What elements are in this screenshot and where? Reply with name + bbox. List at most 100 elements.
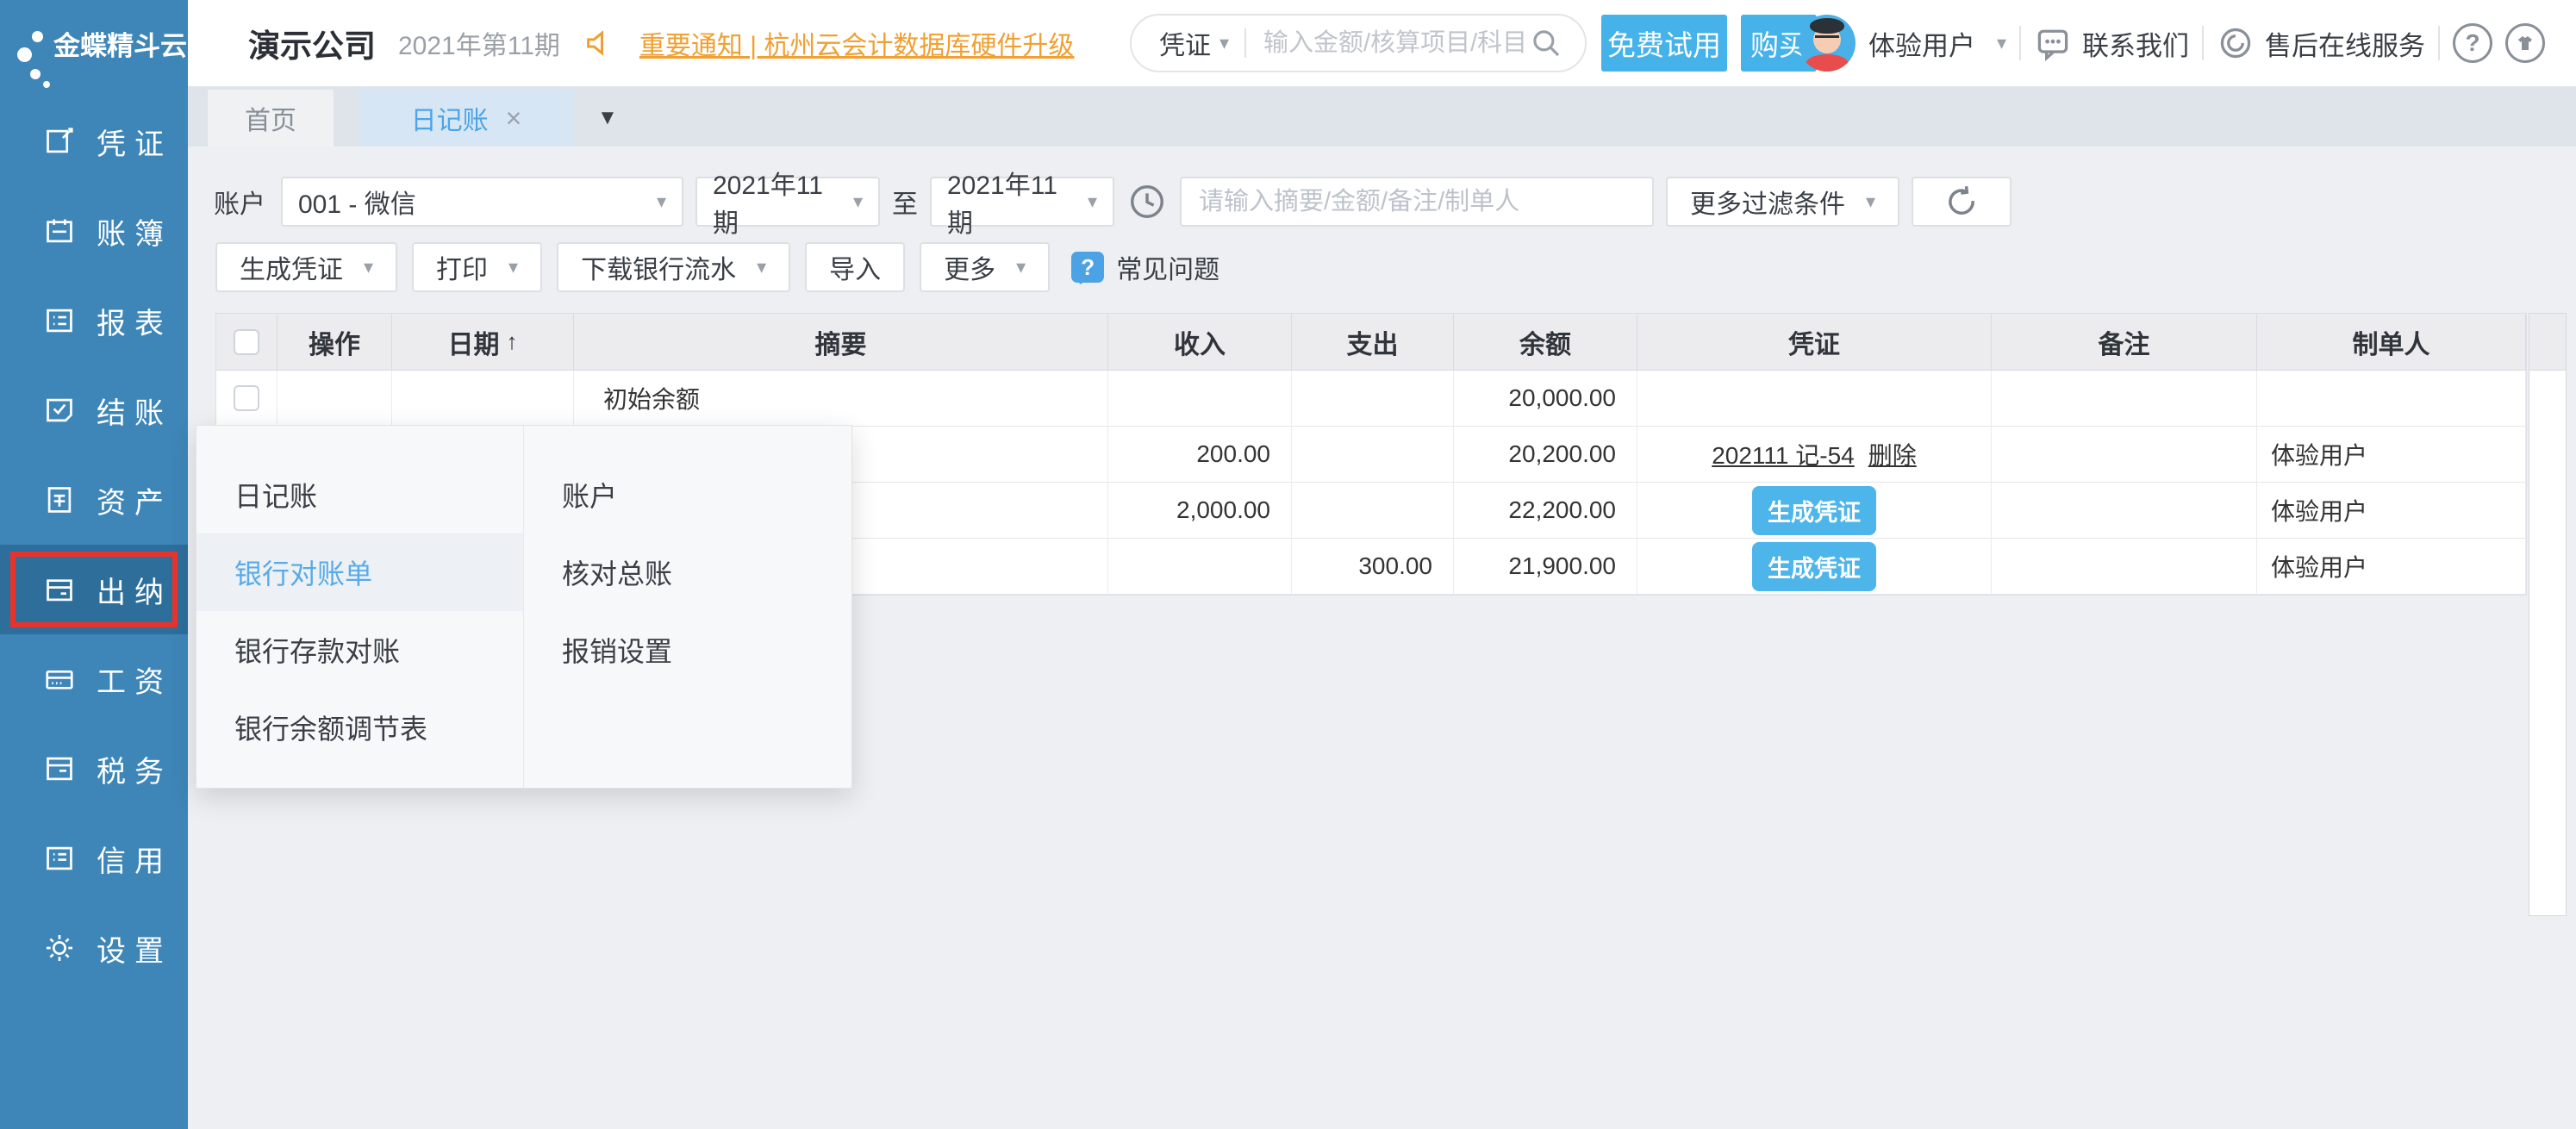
col-header-balance: 余额 (1454, 314, 1637, 371)
table-filter-input[interactable] (1180, 177, 1654, 227)
sidebar-item-label: 税务 (97, 748, 172, 790)
menu-item-check-ledger[interactable]: 核对总账 (524, 533, 851, 611)
accounting-period: 2021年第11期 (398, 24, 560, 62)
close-icon[interactable]: × (506, 103, 522, 134)
refresh-button[interactable] (1912, 177, 2012, 227)
top-header: 演示公司 2021年第11期 重要通知 | 杭州云会计数据库硬件升级 凭证 ▾ … (188, 0, 2576, 86)
tab-home[interactable]: 首页 (208, 90, 334, 147)
divider (1244, 28, 1246, 58)
table-scrollbar-track[interactable] (2529, 313, 2567, 916)
notice-link[interactable]: 重要通知 | 杭州云会计数据库硬件升级 (639, 24, 1074, 62)
creator-cell (2257, 371, 2526, 427)
cashier-flyout-menu: 日记账 银行对账单 银行存款对账 银行余额调节表 账户 核对总账 报销设置 (196, 425, 852, 789)
menu-item-bank-reconciliation[interactable]: 银行存款对账 (196, 611, 523, 689)
report-icon (43, 304, 76, 337)
remark-cell (1992, 427, 2257, 483)
generate-voucher-chip[interactable]: 生成凭证 (1752, 486, 1876, 535)
tab-journal[interactable]: 日记账 × (359, 90, 573, 147)
free-trial-button[interactable]: 免费试用 (1601, 15, 1727, 72)
more-filters-button[interactable]: 更多过滤条件 ▾ (1666, 177, 1899, 227)
generate-voucher-button[interactable]: 生成凭证 ▾ (215, 242, 397, 292)
divider (2019, 26, 2021, 60)
faq-label: 常见问题 (1116, 248, 1219, 286)
sidebar-item-assets[interactable]: 资产 (0, 455, 188, 545)
cashier-icon (43, 573, 76, 606)
import-button[interactable]: 导入 (805, 242, 905, 292)
row-checkbox[interactable] (234, 385, 259, 411)
action-bar: 生成凭证 ▾ 打印 ▾ 下载银行流水 ▾ 导入 更多 ▾ ? 常见问题 (215, 242, 1219, 292)
global-search-input[interactable] (1262, 28, 1528, 59)
more-button[interactable]: 更多 ▾ (920, 242, 1050, 292)
user-menu[interactable]: 体验用户 (1868, 24, 1975, 63)
tab-list-caret-icon[interactable]: ▼ (597, 106, 618, 130)
contact-us-link[interactable]: 联系我们 (2034, 24, 2189, 63)
chevron-down-icon: ▾ (757, 256, 766, 278)
operation-cell (278, 371, 392, 427)
print-label: 打印 (436, 248, 488, 286)
account-select[interactable]: 001 - 微信 ▾ (281, 177, 683, 227)
remark-cell (1992, 483, 2257, 539)
select-all-header (216, 314, 278, 371)
generate-voucher-chip[interactable]: 生成凭证 (1752, 542, 1876, 591)
brand-name: 金蝶精斗云 (53, 0, 187, 86)
history-clock-button[interactable] (1126, 181, 1168, 222)
menu-item-balance-adjustment[interactable]: 银行余额调节表 (196, 689, 523, 766)
expense-cell (1292, 427, 1454, 483)
print-button[interactable]: 打印 ▾ (412, 242, 542, 292)
select-all-checkbox[interactable] (234, 329, 259, 355)
search-icon[interactable] (1528, 25, 1564, 61)
sidebar-item-cashier[interactable]: 出纳 (0, 545, 188, 634)
remark-cell (1992, 539, 2257, 595)
col-header-expense: 支出 (1292, 314, 1454, 371)
period-from-select[interactable]: 2021年11期 ▾ (695, 177, 880, 227)
after-sales-link[interactable]: 售后在线服务 (2217, 24, 2425, 63)
header-left: 演示公司 2021年第11期 重要通知 | 杭州云会计数据库硬件升级 (248, 0, 1074, 86)
sidebar-item-payroll[interactable]: 工资 (0, 634, 188, 724)
faq-link[interactable]: ? 常见问题 (1071, 248, 1219, 286)
sidebar-item-ledger[interactable]: 账簿 (0, 186, 188, 276)
sidebar-item-credit[interactable]: 信用 (0, 814, 188, 903)
refresh-icon (1943, 184, 1980, 220)
balance-cell: 20,000.00 (1454, 371, 1637, 427)
period-to-select[interactable]: 2021年11期 ▾ (930, 177, 1114, 227)
menu-item-accounts[interactable]: 账户 (524, 456, 851, 533)
after-sales-label: 售后在线服务 (2265, 24, 2425, 63)
brand-logo: 金蝶精斗云 (0, 0, 188, 86)
sidebar-item-label: 出纳 (97, 569, 172, 611)
chevron-down-icon: ▾ (1088, 190, 1097, 213)
logo-dot (32, 31, 43, 42)
income-cell (1108, 371, 1292, 427)
chevron-down-icon[interactable]: ▾ (1997, 32, 2006, 54)
income-cell: 200.00 (1108, 427, 1292, 483)
search-scope-select[interactable]: 凭证 (1159, 24, 1211, 62)
voucher-delete-link[interactable]: 删除 (1868, 437, 1917, 471)
voucher-cell (1637, 371, 1992, 427)
sidebar-nav: 凭证 账簿 报表 结账 资产 出纳 (0, 97, 188, 993)
sidebar-item-label: 工资 (97, 658, 172, 701)
filter-bar: 账户 001 - 微信 ▾ 2021年11期 ▾ 至 2021年11期 ▾ 更多… (214, 177, 2012, 227)
sidebar-item-closing[interactable]: 结账 (0, 365, 188, 455)
scrollbar-header-cap (2529, 314, 2566, 371)
col-header-date[interactable]: 日期 ↑ (392, 314, 574, 371)
chevron-down-icon[interactable]: ▾ (1219, 32, 1229, 54)
sidebar-item-settings[interactable]: 设置 (0, 903, 188, 993)
income-cell (1108, 539, 1292, 595)
theme-shirt-icon[interactable] (2505, 23, 2545, 63)
col-header-voucher: 凭证 (1637, 314, 1992, 371)
col-header-operation: 操作 (278, 314, 392, 371)
menu-item-bank-statement[interactable]: 银行对账单 (196, 533, 523, 611)
chevron-down-icon: ▾ (657, 190, 666, 213)
sidebar-item-tax[interactable]: 税务 (0, 724, 188, 814)
menu-item-reimburse-settings[interactable]: 报销设置 (524, 611, 851, 689)
voucher-number-link[interactable]: 202111 记-54 (1712, 437, 1855, 471)
sidebar-item-voucher[interactable]: 凭证 (0, 97, 188, 186)
help-icon[interactable]: ? (2453, 23, 2492, 63)
avatar[interactable] (1799, 15, 1856, 72)
gear-icon (43, 932, 76, 964)
download-bank-statement-button[interactable]: 下载银行流水 ▾ (557, 242, 790, 292)
menu-item-journal[interactable]: 日记账 (196, 456, 523, 533)
logo-dot (30, 69, 41, 79)
payroll-card-icon (43, 663, 76, 695)
sidebar-item-reports[interactable]: 报表 (0, 276, 188, 365)
date-cell (392, 371, 574, 427)
